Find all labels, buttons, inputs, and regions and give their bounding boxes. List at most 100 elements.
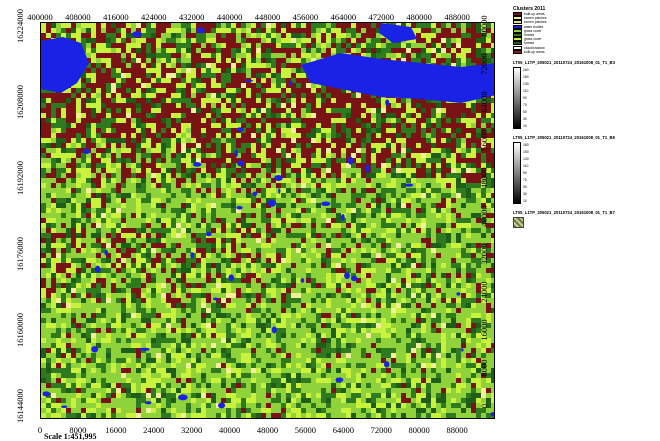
y-tick-label: 16144000 [15, 389, 25, 423]
x-tick-label: 400000 [27, 12, 53, 22]
x-axis-top-ticks: 400000 408000 416000 424000 432000 440000 4480… [27, 12, 495, 22]
x-tick-label: 32000 [181, 425, 203, 435]
ramp-tick-label: 50 [523, 109, 527, 114]
lake [385, 99, 390, 106]
x-tick-label: 472000 [368, 12, 395, 22]
ramp-tick-label: 130 [523, 156, 529, 161]
layer-b7-title: LT05_L1TP_205021_20110724_20161008_01_T1… [513, 209, 615, 215]
lake [461, 348, 464, 352]
lake [196, 27, 205, 34]
lake [404, 183, 414, 187]
x-tick-label: 432000 [178, 12, 205, 22]
ramp-tick-label: 160 [523, 142, 529, 147]
y-tick-label: 40000 [479, 205, 489, 227]
ramp-tick-label: 70 [523, 177, 527, 182]
ramp-tick-label: 10 [523, 123, 527, 128]
grayscale-ramp [513, 66, 521, 129]
ramp-tick-label: 150 [523, 74, 529, 79]
lake [228, 274, 235, 282]
layer-b3-title: LT05_L1TP_205021_20110724_20161008_01_T1… [513, 59, 615, 65]
layer-b5-ramp: 160 150 130 110 90 70 50 30 10 [513, 141, 653, 204]
y-tick-label: 80000 [479, 15, 489, 37]
ramp-tick-label: 110 [523, 88, 529, 93]
ramp-tick-label: 90 [523, 170, 527, 175]
y-tick-label: 72000 [479, 53, 489, 75]
lake [456, 292, 461, 296]
legend-panel: Clusters 2011 built-up areas barren patch… [513, 6, 653, 228]
lake [132, 31, 142, 38]
lake [144, 401, 152, 405]
lake [236, 127, 244, 132]
lake [347, 156, 354, 165]
lake [268, 199, 276, 207]
x-axis-bottom-ticks: 0 8000 16000 24000 32000 40000 48000 56000 64000… [37, 425, 495, 435]
lake [351, 275, 358, 282]
ramp-tick-label: 30 [523, 116, 527, 121]
x-tick-label: 24000 [143, 425, 165, 435]
lake [320, 201, 331, 206]
lake [104, 249, 109, 256]
lake [288, 80, 293, 86]
layer-b3-ramp: 160 150 130 110 90 70 50 30 10 [513, 66, 653, 129]
lake [340, 213, 345, 221]
y-tick-label: 0 [479, 403, 489, 409]
y-tick-label: 64000 [479, 91, 489, 113]
ramp-tick-label: 50 [523, 184, 527, 189]
lake [364, 164, 370, 173]
y-tick-label: 16160000 [15, 313, 25, 347]
x-tick-label: 464000 [330, 12, 357, 22]
y-tick-label: 56000 [479, 129, 489, 151]
ramp-tick-label: 150 [523, 149, 529, 154]
y-tick-label: 16192000 [15, 161, 25, 195]
ramp-tick-label: 110 [523, 163, 529, 168]
x-tick-label: 40000 [218, 425, 241, 435]
lake [236, 205, 243, 210]
lake [91, 346, 99, 353]
ramp-tick-label: 70 [523, 102, 527, 107]
lake [177, 394, 188, 401]
lake [139, 347, 150, 351]
y-tick-label: 16176000 [15, 237, 25, 271]
lake [271, 326, 277, 334]
map-frame[interactable] [40, 22, 495, 419]
x-tick-label: 48000 [256, 425, 279, 435]
lake [244, 79, 254, 82]
lake [218, 402, 226, 409]
lake [278, 188, 281, 195]
y-tick-label: 48000 [479, 167, 489, 189]
y-tick-label: 24000 [479, 281, 489, 303]
lake [252, 191, 258, 197]
x-tick-label: 56000 [294, 425, 317, 435]
legend-class-label: built-up areas [524, 49, 545, 54]
legend-class-list: built-up areas barren patches barren patch… [513, 12, 653, 54]
y-tick-label: 32000 [479, 243, 489, 265]
x-tick-label: 0 [37, 425, 43, 435]
x-tick-label: 64000 [332, 425, 354, 435]
x-tick-label: 416000 [103, 12, 129, 22]
ramp-tick-label: 90 [523, 95, 527, 100]
lake [94, 265, 101, 273]
y-tick-label: 16000 [479, 319, 489, 341]
x-tick-label: 456000 [292, 12, 319, 22]
y-tick-label: 16224000 [15, 9, 25, 43]
lake [308, 76, 318, 82]
lake [300, 278, 305, 283]
lake [213, 297, 219, 301]
x-tick-label: 440000 [216, 12, 243, 22]
x-tick-label: 72000 [370, 425, 392, 435]
lake [205, 231, 212, 237]
y-tick-label: 8000 [479, 359, 489, 377]
layer-b5-ramp-labels: 160 150 130 110 90 70 50 30 10 [523, 142, 543, 204]
x-tick-label: 80000 [408, 425, 430, 435]
x-tick-label: 16000 [105, 425, 127, 435]
legend-class-item: built-up areas [513, 49, 653, 54]
lake [190, 252, 194, 259]
y-axis-right-ticks: 80000 72000 64000 56000 48000 40000 32000 24000… [478, 15, 490, 415]
lake [83, 148, 90, 155]
x-tick-label: 88000 [446, 425, 468, 435]
ramp-tick-label: 130 [523, 81, 529, 86]
legend-swatch [513, 49, 522, 54]
layer-b3-ramp-labels: 160 150 130 110 90 70 50 30 10 [523, 67, 543, 129]
x-tick-label: 408000 [65, 12, 91, 22]
lake [61, 405, 68, 408]
